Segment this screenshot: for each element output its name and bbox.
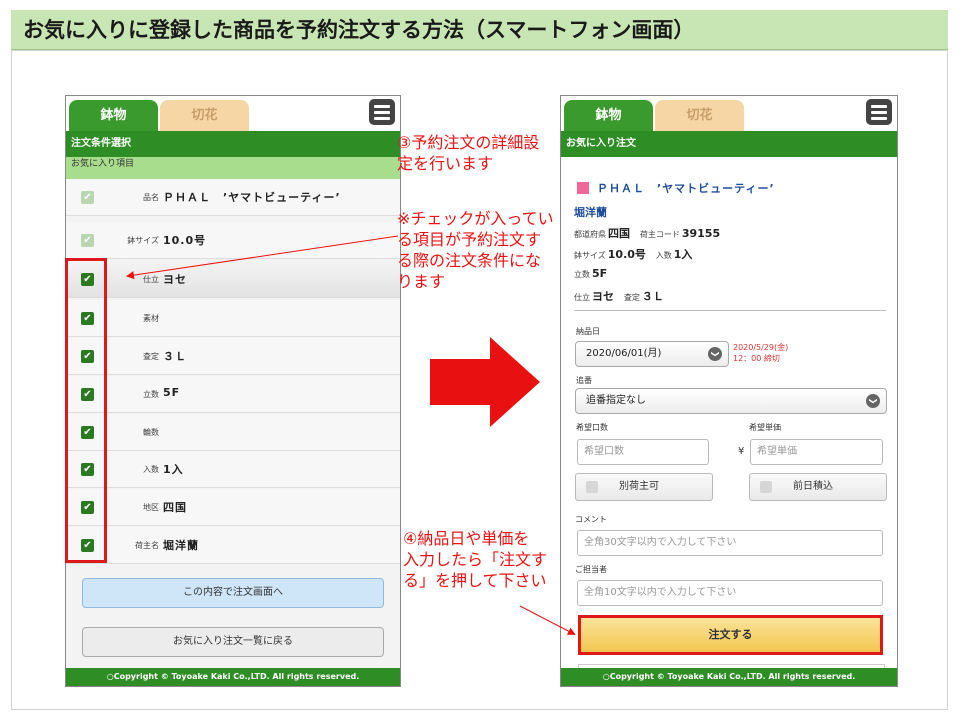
condition-row[interactable]: ✔ 査定 ３Ｌ: [66, 338, 400, 375]
favorite-items-label: お気に入り項目: [66, 157, 400, 179]
row-label: 素材: [143, 314, 159, 323]
units-input[interactable]: 希望口数: [577, 439, 709, 465]
divider: [574, 310, 886, 311]
row-label: 仕立: [143, 275, 159, 284]
chase-number-select[interactable]: 追番指定なし ❯: [575, 388, 887, 414]
row-value: 10.0号: [163, 234, 207, 247]
tab-bar: 鉢物 切花: [66, 96, 400, 131]
checkbox-icon: [760, 481, 772, 493]
contact-person-label: ご担当者: [575, 565, 607, 574]
comment-label: コメント: [575, 515, 607, 524]
product-name: ＰＨＡＬ ’ヤマトビューティー’: [577, 180, 775, 196]
separate-shipper-toggle[interactable]: 別荷主可: [575, 473, 713, 501]
annotation-checked-items: ※チェックが入ってい る項目が予約注文す る際の注文条件にな ります: [397, 209, 554, 291]
row-label: 立数: [143, 390, 159, 399]
condition-row[interactable]: ✔ 素材: [66, 300, 400, 337]
row-label: 品名: [143, 193, 159, 202]
row-value: ＰＨＡＬ ’ヤマトビューティー’: [163, 191, 341, 204]
info-line-stems: 立数 5F: [574, 267, 608, 280]
info-line-region: 都道府県 四国 荷主コード 39155: [574, 227, 721, 240]
checkbox[interactable]: ✔: [81, 191, 94, 204]
checkbox-column-highlight: [65, 258, 107, 563]
place-order-button[interactable]: 注文する: [578, 615, 883, 655]
condition-row[interactable]: ✔ 品名 ＰＨＡＬ ’ヤマトビューティー’: [66, 179, 400, 216]
condition-row[interactable]: ✔ 仕立 ヨセ: [66, 261, 400, 298]
copyright-footer: ○Copyright © Toyoake Kaki Co.,LTD. All r…: [561, 668, 897, 686]
condition-row[interactable]: ✔ 立数 5F: [66, 376, 400, 413]
delivery-date-select[interactable]: 2020/06/01(月) ❯: [575, 341, 729, 367]
chevron-down-icon: ❯: [866, 394, 880, 408]
row-label: 入数: [143, 465, 159, 474]
condition-row[interactable]: ✔ 入数 1入: [66, 451, 400, 488]
delivery-date-label: 納品日: [576, 327, 600, 336]
row-value: ヨセ: [163, 273, 187, 286]
units-label: 希望口数: [576, 423, 608, 432]
hamburger-menu-icon[interactable]: [866, 99, 892, 125]
contact-person-input[interactable]: 全角10文字以内で入力して下さい: [577, 580, 883, 606]
right-phone-screen: 鉢物 切花 お気に入り注文 ＰＨＡＬ ’ヤマトビューティー’ 堀洋蘭 都道府県四…: [560, 95, 898, 687]
back-to-favorites-button[interactable]: お気に入り注文一覧に戻る: [82, 627, 384, 657]
row-value: 堀洋蘭: [163, 539, 199, 552]
page-header: お気に入り注文: [561, 131, 897, 157]
row-value: 5F: [163, 386, 181, 399]
tab-bar: 鉢物 切花: [561, 96, 897, 131]
tab-cut-flowers[interactable]: 切花: [160, 100, 249, 131]
slide-title: お気に入りに登録した商品を予約注文する方法（スマートフォン画面）: [11, 10, 948, 50]
comment-input[interactable]: 全角30文字以内で入力して下さい: [577, 530, 883, 556]
deadline-date: 2020/5/29(金): [733, 343, 789, 352]
info-line-style: 仕立 ヨセ 査定 ３Ｌ: [574, 290, 664, 303]
annotation-detail-settings: ③予約注文の詳細設 定を行います: [397, 133, 540, 173]
row-value: 1入: [163, 463, 184, 476]
condition-row[interactable]: ✔ 地区 四国: [66, 489, 400, 526]
condition-row[interactable]: ✔ 荷主名 堀洋蘭: [66, 527, 400, 564]
row-label: 鉢サイズ: [127, 236, 159, 245]
right-arrow-icon: [430, 337, 540, 427]
unit-price-input[interactable]: 希望単価: [750, 439, 883, 465]
condition-row[interactable]: ✔ 輪数: [66, 414, 400, 451]
checkbox-icon: [586, 481, 598, 493]
deadline-time: 12：00 締切: [733, 354, 780, 363]
chevron-down-icon: ❯: [708, 347, 722, 361]
row-label: 荷主名: [135, 541, 159, 550]
tab-cut-flowers[interactable]: 切花: [655, 100, 744, 131]
row-value: ３Ｌ: [163, 350, 187, 363]
tab-potted-plants[interactable]: 鉢物: [69, 100, 158, 131]
unit-price-label: 希望単価: [749, 423, 781, 432]
row-label: 輪数: [143, 428, 159, 437]
color-swatch-icon: [577, 182, 589, 194]
previous-day-loading-toggle[interactable]: 前日積込: [749, 473, 887, 501]
currency-symbol: ¥: [738, 446, 745, 457]
chase-number-label: 追番: [576, 376, 592, 385]
checkbox[interactable]: ✔: [81, 234, 94, 247]
annotation-order-button: ④納品日や単価を 入力したら「注文す る」を押して下さい: [403, 529, 548, 590]
condition-row[interactable]: ✔ 鉢サイズ 10.0号: [66, 222, 400, 259]
row-value: 四国: [163, 501, 187, 514]
page-header: 注文条件選択: [66, 131, 400, 157]
proceed-to-order-button[interactable]: この内容で注文画面へ: [82, 578, 384, 608]
info-line-pot: 鉢サイズ 10.0号 入数 1入: [574, 248, 693, 261]
row-label: 査定: [143, 352, 159, 361]
row-label: 地区: [143, 503, 159, 512]
hamburger-menu-icon[interactable]: [369, 99, 395, 125]
copyright-footer: ○Copyright © Toyoake Kaki Co.,LTD. All r…: [66, 668, 400, 686]
grower-name: 堀洋蘭: [574, 206, 607, 219]
tab-potted-plants[interactable]: 鉢物: [564, 100, 653, 131]
left-phone-screen: 鉢物 切花 注文条件選択 お気に入り項目 ✔ 品名 ＰＨＡＬ ’ヤマトビューティ…: [65, 95, 401, 687]
